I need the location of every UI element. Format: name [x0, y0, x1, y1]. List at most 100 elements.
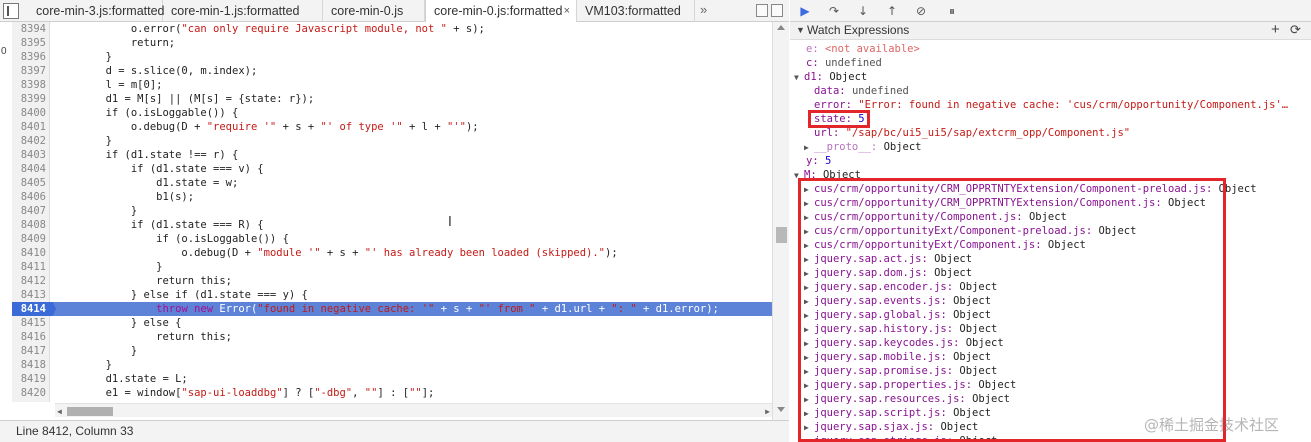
code-line[interactable]: 8421 if (d[d.length - 1] === '.') { — [12, 400, 772, 402]
refresh-watch-icon[interactable]: ⟳ — [1290, 21, 1301, 38]
horizontal-scrollbar[interactable]: ◀ ▶ — [55, 403, 772, 417]
scroll-down-icon[interactable] — [777, 407, 785, 412]
code-line[interactable]: 8411 } — [12, 260, 772, 274]
code-line[interactable]: 8397 d = s.slice(0, m.index); — [12, 64, 772, 78]
resume-icon[interactable]: ▶ — [796, 2, 814, 20]
line-number[interactable]: 8412 — [12, 274, 50, 288]
line-number[interactable]: 8406 — [12, 190, 50, 204]
code-line[interactable]: 8406 b1(s); — [12, 190, 772, 204]
watch-item-y[interactable]: y: 5 — [806, 154, 831, 168]
horizontal-scroll-thumb[interactable] — [67, 407, 113, 416]
watch-expressions-header[interactable]: ▼ Watch Expressions + ⟳ — [790, 21, 1311, 40]
step-into-icon[interactable]: ↓ — [854, 2, 872, 20]
watch-value: Object — [883, 141, 922, 153]
scroll-right-icon[interactable]: ▶ — [765, 407, 770, 416]
pause-on-exceptions-icon[interactable]: ⏸ — [943, 2, 961, 20]
code-line[interactable]: 8419 d1.state = L; — [12, 372, 772, 386]
code-line[interactable]: 8416 return this; — [12, 330, 772, 344]
line-number[interactable]: 8397 — [12, 64, 50, 78]
state-annotation-box — [808, 110, 870, 128]
code-editor[interactable]: 8394 o.error("can only require Javascrip… — [12, 22, 772, 402]
line-number[interactable]: 8404 — [12, 162, 50, 176]
vertical-scroll-thumb[interactable] — [776, 227, 787, 243]
expand-icon[interactable]: ▼ — [794, 71, 804, 85]
code-line[interactable]: 8409 if (o.isLoggable()) { — [12, 232, 772, 246]
line-number[interactable]: 8415 — [12, 316, 50, 330]
watch-item-c[interactable]: c: undefined — [806, 56, 882, 70]
code-line[interactable]: 8398 l = m[0]; — [12, 78, 772, 92]
watch-prop-proto[interactable]: ▶ __proto__: Object — [804, 140, 922, 154]
collapse-icon[interactable]: ▼ — [796, 22, 805, 39]
vertical-scrollbar[interactable] — [772, 22, 789, 420]
close-tab-icon[interactable]: × — [564, 0, 570, 22]
code-line[interactable]: 8405 d1.state = w; — [12, 176, 772, 190]
deactivate-breakpoints-icon[interactable]: ⊘ — [912, 2, 930, 20]
line-number[interactable]: 8414 — [12, 302, 50, 316]
line-number[interactable]: 8401 — [12, 120, 50, 134]
line-number[interactable]: 8403 — [12, 148, 50, 162]
tab-vm103[interactable]: VM103:formatted — [577, 0, 695, 22]
line-number[interactable]: 8408 — [12, 218, 50, 232]
step-out-icon[interactable]: ↑ — [883, 2, 901, 20]
watermark: @稀土掘金技术社区 — [1144, 416, 1280, 434]
toggle-navigator-icon[interactable] — [3, 3, 19, 19]
watch-prop-url[interactable]: url: "/sap/bc/ui5_ui5/sap/extcrm_opp/Com… — [814, 126, 1130, 140]
tab-core-min-0-formatted[interactable]: core-min-0.js:formatted × — [425, 0, 577, 23]
line-number[interactable]: 8396 — [12, 50, 50, 64]
expand-icon[interactable]: ▶ — [804, 141, 814, 155]
code-line[interactable]: 8401 o.debug(D + "require '" + s + "' of… — [12, 120, 772, 134]
code-line[interactable]: 8410 o.debug(D + "module '" + s + "' has… — [12, 246, 772, 260]
code-line[interactable]: 8395 return; — [12, 36, 772, 50]
line-number[interactable]: 8394 — [12, 22, 50, 36]
step-over-icon[interactable]: ↷ — [825, 2, 843, 20]
tab-label: core-min-0.js:formatted — [434, 4, 563, 18]
line-number[interactable]: 8418 — [12, 358, 50, 372]
line-number[interactable]: 8407 — [12, 204, 50, 218]
line-number[interactable]: 8416 — [12, 330, 50, 344]
line-number[interactable]: 8413 — [12, 288, 50, 302]
code-line[interactable]: 8396 } — [12, 50, 772, 64]
add-watch-icon[interactable]: + — [1271, 21, 1280, 38]
watch-item-e[interactable]: e: <not available> — [806, 42, 920, 56]
code-line[interactable]: 8400 if (o.isLoggable()) { — [12, 106, 772, 120]
code-line[interactable]: 8394 o.error("can only require Javascrip… — [12, 22, 772, 36]
line-number[interactable]: 8395 — [12, 36, 50, 50]
code-line[interactable]: 8415 } else { — [12, 316, 772, 330]
watch-prop-error[interactable]: error: "Error: found in negative cache: … — [814, 98, 1288, 112]
line-number[interactable]: 8398 — [12, 78, 50, 92]
code-line[interactable]: 8404 if (d1.state === v) { — [12, 162, 772, 176]
tab-core-min-0[interactable]: core-min-0.js — [323, 0, 425, 22]
line-number[interactable]: 8405 — [12, 176, 50, 190]
code-line[interactable]: 8403 if (d1.state !== r) { — [12, 148, 772, 162]
watch-prop-data[interactable]: data: undefined — [814, 84, 909, 98]
tab-core-min-3[interactable]: core-min-3.js:formatted — [28, 0, 165, 22]
line-number[interactable]: 8417 — [12, 344, 50, 358]
line-number[interactable]: 8410 — [12, 246, 50, 260]
line-number[interactable]: 8420 — [12, 386, 50, 400]
line-number[interactable]: 8411 — [12, 260, 50, 274]
line-number[interactable]: 8409 — [12, 232, 50, 246]
toggle-sidebar-left-icon[interactable] — [756, 4, 768, 17]
line-number[interactable]: 8399 — [12, 92, 50, 106]
code-line[interactable]: 8399 d1 = M[s] || (M[s] = {state: r}); — [12, 92, 772, 106]
line-number[interactable]: 8400 — [12, 106, 50, 120]
scroll-left-icon[interactable]: ◀ — [57, 407, 62, 416]
tab-overflow-icon[interactable]: » — [700, 0, 707, 20]
code-line[interactable]: 8420 e1 = window["sap-ui-loaddbg"] ? ["-… — [12, 386, 772, 400]
code-line[interactable]: 8417 } — [12, 344, 772, 358]
tab-core-min-1[interactable]: core-min-1.js:formatted — [163, 0, 323, 22]
gutter-fragment: 0 — [1, 46, 7, 57]
line-number[interactable]: 8419 — [12, 372, 50, 386]
line-number[interactable]: 8402 — [12, 134, 50, 148]
scroll-up-icon[interactable] — [777, 25, 785, 30]
code-line[interactable]: 8408 if (d1.state === R) { — [12, 218, 772, 232]
watch-item-d1[interactable]: ▼ d1: Object — [794, 70, 867, 84]
current-execution-line[interactable]: 8414 throw new Error("found in negative … — [12, 302, 772, 316]
code-line[interactable]: 8418 } — [12, 358, 772, 372]
toggle-sidebar-right-icon[interactable] — [771, 4, 783, 17]
code-line[interactable]: 8413 } else if (d1.state === y) { — [12, 288, 772, 302]
code-line[interactable]: 8402 } — [12, 134, 772, 148]
code-line[interactable]: 8407 } — [12, 204, 772, 218]
code-line[interactable]: 8412 return this; — [12, 274, 772, 288]
line-number[interactable]: 8421 — [12, 400, 50, 402]
